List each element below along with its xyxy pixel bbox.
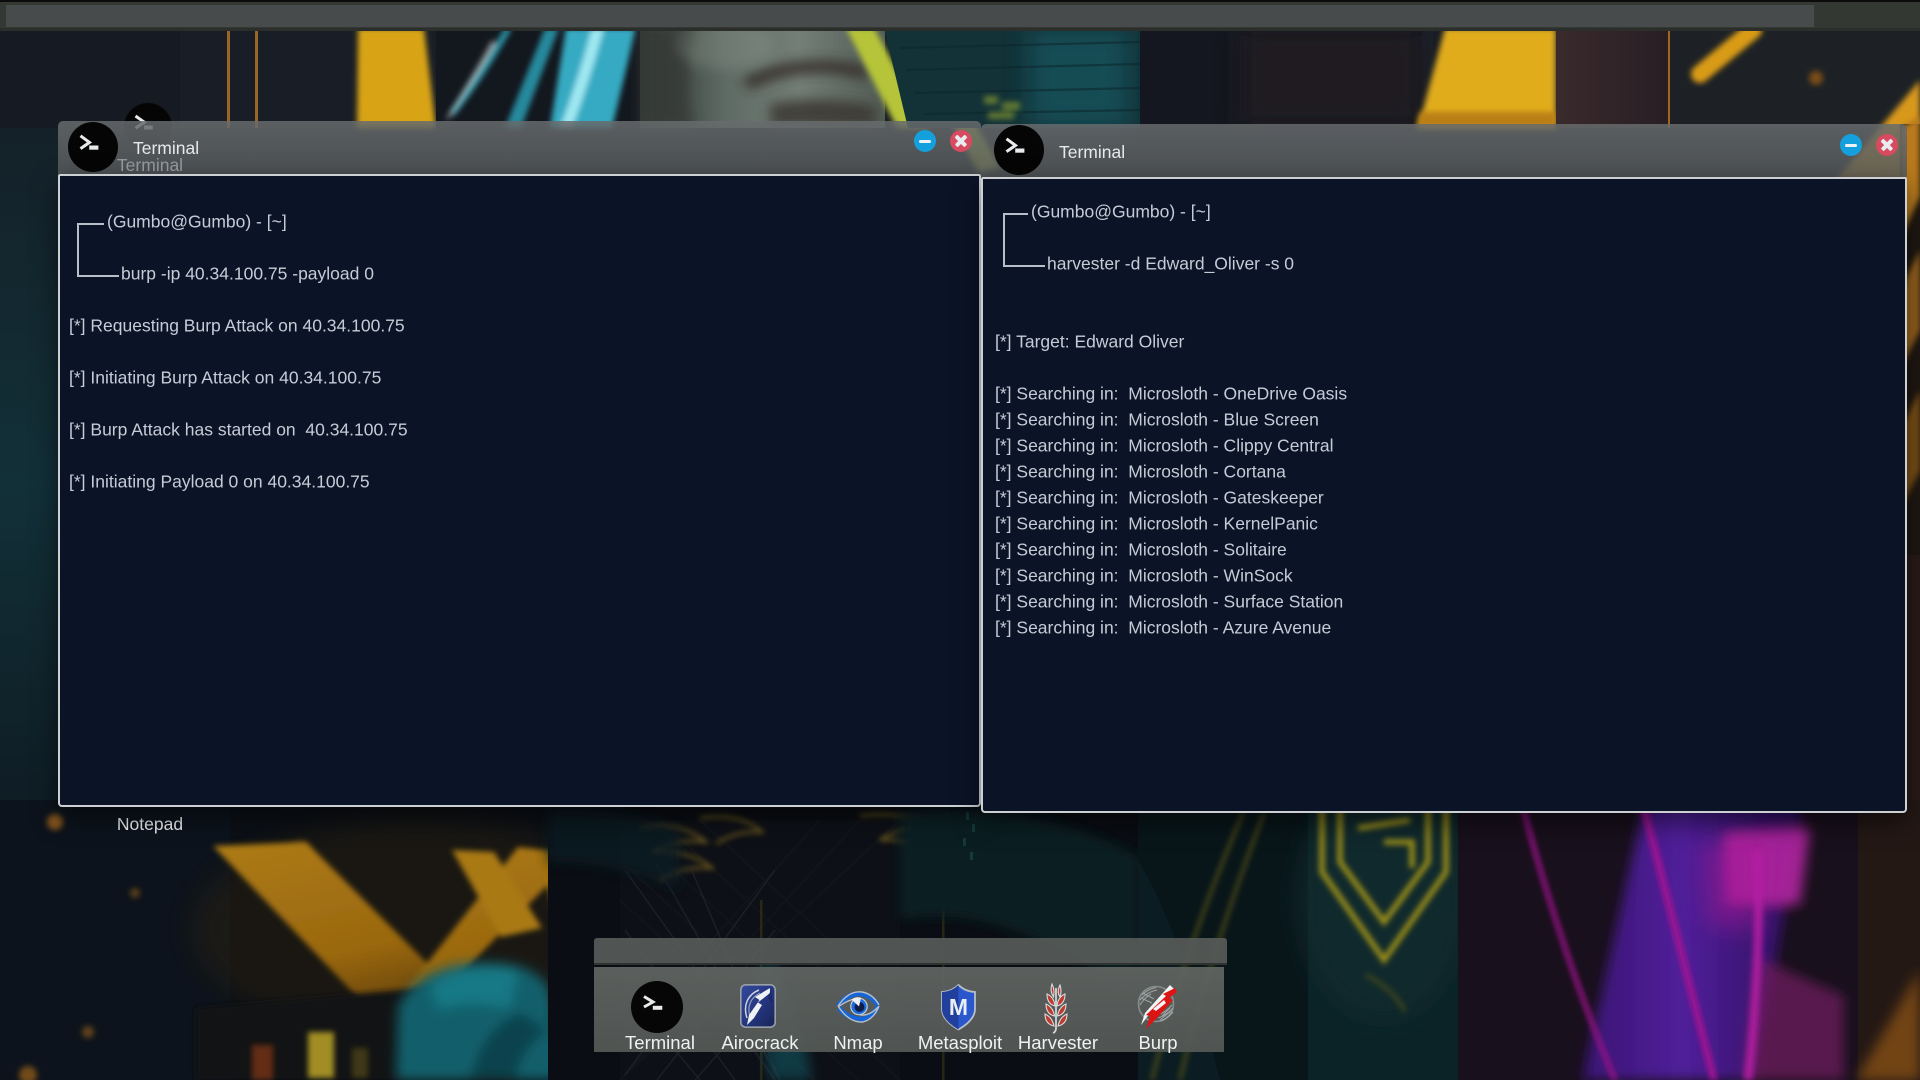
svg-text:M: M	[949, 994, 968, 1020]
